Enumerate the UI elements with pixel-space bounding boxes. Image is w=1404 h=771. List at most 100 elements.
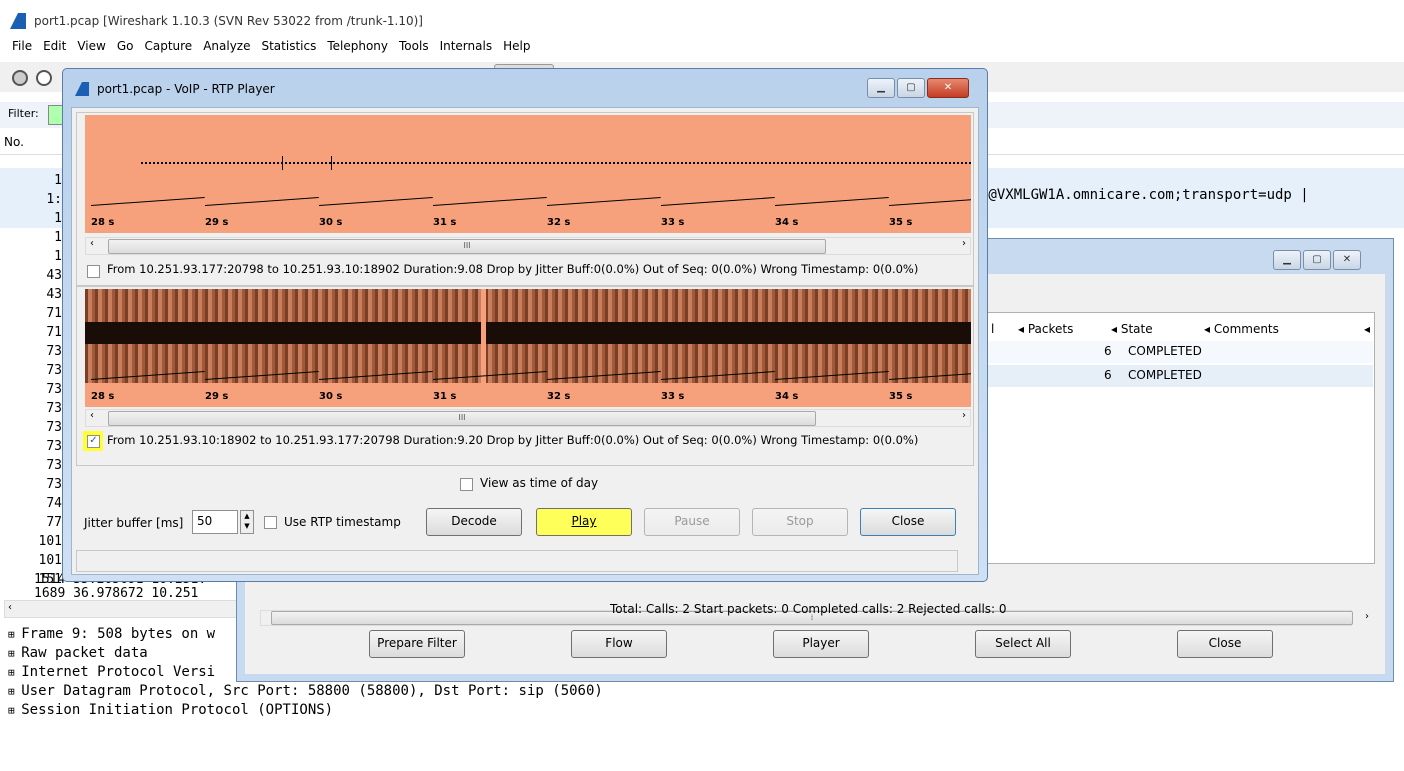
stop-button[interactable]: Stop xyxy=(752,508,848,536)
detail-tree-item[interactable]: ⊞ Internet Protocol Versi xyxy=(8,664,215,680)
calls-col-packets[interactable]: ◂ Packets xyxy=(1018,322,1073,336)
prepare-filter-button[interactable]: Prepare Filter xyxy=(369,630,465,658)
rtp-client-area: 28 s 29 s 30 s 31 s 32 s 33 s 34 s 35 s ‹ › III… xyxy=(71,107,979,575)
stream2-hscroll[interactable]: ‹ › III xyxy=(85,409,971,427)
jitter-buffer-input[interactable]: 50 xyxy=(192,510,238,534)
stream1-hscroll[interactable]: ‹ › III xyxy=(85,237,971,255)
main-titlebar: port1.pcap [Wireshark 1.10.3 (SVN Rev 53… xyxy=(0,10,1404,34)
menu-item-tools[interactable]: Tools xyxy=(399,39,429,53)
spin-down-icon[interactable]: ▼ xyxy=(244,522,249,530)
menu-item-go[interactable]: Go xyxy=(117,39,134,53)
packet-list-hscroll[interactable]: ‹ xyxy=(4,600,246,618)
packet-row-number[interactable]: 73 xyxy=(0,456,62,475)
packet-row-number[interactable]: 43 xyxy=(0,266,62,285)
calls-col-comments[interactable]: ◂ Comments xyxy=(1204,322,1279,336)
packet-row-number[interactable]: 73 xyxy=(0,361,62,380)
player-button[interactable]: Player xyxy=(773,630,869,658)
minimize-icon[interactable]: ▁ xyxy=(867,78,895,98)
column-no[interactable]: No. xyxy=(4,135,24,149)
spin-up-icon[interactable]: ▲ xyxy=(244,512,249,520)
scroll-left-arrow-icon[interactable]: ‹ xyxy=(90,410,94,421)
decode-button[interactable]: Decode xyxy=(426,508,522,536)
calls-col-state[interactable]: ◂ State xyxy=(1111,322,1153,336)
packet-row-number[interactable]: 1 xyxy=(0,209,62,228)
stream2-checkbox[interactable]: ✓ xyxy=(87,435,100,448)
close-icon[interactable]: ✕ xyxy=(927,78,969,98)
select-all-button[interactable]: Select All xyxy=(975,630,1071,658)
flow-button[interactable]: Flow xyxy=(571,630,667,658)
packet-row-number[interactable]: 73 xyxy=(0,475,62,494)
packet-row-number[interactable]: 73 xyxy=(0,399,62,418)
scroll-left-arrow-icon[interactable]: ‹ xyxy=(8,602,12,613)
detail-tree-item[interactable]: ⊞ Raw packet data xyxy=(8,645,148,661)
packet-row-number[interactable]: 1: xyxy=(0,190,62,209)
packet-row-number[interactable]: 73 xyxy=(0,418,62,437)
play-button[interactable]: Play xyxy=(536,508,632,536)
expand-icon[interactable]: ⊞ xyxy=(8,647,21,660)
stream2-signal-gap xyxy=(481,289,486,389)
menu-item-help[interactable]: Help xyxy=(503,39,530,53)
jitter-spinner[interactable]: ▲ ▼ xyxy=(240,510,254,534)
menu-item-capture[interactable]: Capture xyxy=(144,39,192,53)
maximize-icon[interactable]: ▢ xyxy=(1303,250,1331,270)
use-rtp-timestamp-checkbox[interactable] xyxy=(264,516,277,529)
packet-row-number[interactable]: 74 xyxy=(0,494,62,513)
options-icon[interactable] xyxy=(36,70,52,86)
ruler-tick xyxy=(774,197,889,206)
menu-item-analyze[interactable]: Analyze xyxy=(203,39,250,53)
calls-close-button[interactable]: Close xyxy=(1177,630,1273,658)
packet-row-number[interactable]: 1 xyxy=(0,247,62,266)
packet-row-number[interactable]: 101 xyxy=(0,551,62,570)
scroll-left-arrow-icon[interactable]: ‹ xyxy=(90,238,94,249)
packet-row-number[interactable]: 43 xyxy=(0,285,62,304)
calls-col-partial[interactable]: l xyxy=(991,322,994,336)
interface-list-icon[interactable] xyxy=(12,70,28,86)
packet-row-number[interactable]: 1 xyxy=(0,171,62,190)
rtp-close-button[interactable]: Close xyxy=(860,508,956,536)
detail-tree-label: Session Initiation Protocol (OPTIONS) xyxy=(21,702,334,718)
time-tick-label: 34 s xyxy=(775,217,799,228)
minimize-icon[interactable]: ▁ xyxy=(1273,250,1301,270)
scroll-thumb[interactable]: III xyxy=(108,239,826,254)
menu-item-telephony[interactable]: Telephony xyxy=(327,39,388,53)
scroll-right-arrow-icon[interactable]: › xyxy=(962,410,966,421)
detail-tree-item[interactable]: ⊞ User Datagram Protocol, Src Port: 5880… xyxy=(8,683,603,699)
expand-icon[interactable]: ⊞ xyxy=(8,685,21,698)
scroll-right-arrow-icon[interactable]: › xyxy=(962,238,966,249)
stream1-waveform[interactable]: 28 s 29 s 30 s 31 s 32 s 33 s 34 s 35 s xyxy=(85,115,971,233)
packet-row-number[interactable]: 73 xyxy=(0,380,62,399)
menu-item-statistics[interactable]: Statistics xyxy=(261,39,316,53)
calls-totals: Total: Calls: 2 Start packets: 0 Complet… xyxy=(610,602,1007,616)
time-tick-label: 28 s xyxy=(91,391,115,402)
maximize-icon[interactable]: ▢ xyxy=(897,78,925,98)
packet-row-number[interactable]: 1 xyxy=(0,228,62,247)
packet-row-number[interactable]: 71 xyxy=(0,304,62,323)
calls-col-comments-label: Comments xyxy=(1213,322,1279,336)
detail-tree-item[interactable]: ⊞ Frame 9: 508 bytes on w xyxy=(8,626,215,642)
close-icon[interactable]: ✕ xyxy=(1333,250,1361,270)
time-tick-label: 28 s xyxy=(91,217,115,228)
time-tick-label: 31 s xyxy=(433,217,457,228)
pause-button[interactable]: Pause xyxy=(644,508,740,536)
stream1-checkbox[interactable] xyxy=(87,265,100,278)
expand-icon[interactable]: ⊞ xyxy=(8,666,21,679)
packet-row-number[interactable]: 101 xyxy=(0,532,62,551)
detail-tree-item[interactable]: ⊞ Session Initiation Protocol (OPTIONS) xyxy=(8,702,333,718)
packet-row-number[interactable]: 77 xyxy=(0,513,62,532)
calls-col-packets-label: Packets xyxy=(1027,322,1074,336)
menu-item-view[interactable]: View xyxy=(77,39,105,53)
packet-row-number[interactable]: 73 xyxy=(0,437,62,456)
menu-item-internals[interactable]: Internals xyxy=(440,39,493,53)
packet-row-number[interactable]: 71 xyxy=(0,323,62,342)
menu-item-edit[interactable]: Edit xyxy=(43,39,66,53)
scroll-thumb[interactable]: III xyxy=(108,411,816,426)
view-time-of-day-checkbox[interactable] xyxy=(460,478,473,491)
scroll-right-arrow-icon[interactable]: › xyxy=(1365,611,1369,622)
menu-item-file[interactable]: File xyxy=(12,39,32,53)
stream2-waveform[interactable]: 28 s 29 s 30 s 31 s 32 s 33 s 34 s 35 s xyxy=(85,289,971,407)
packet-row-1689[interactable]: 1689 36.978672 10.251 xyxy=(34,586,198,601)
time-tick-label: 35 s xyxy=(889,391,913,402)
expand-icon[interactable]: ⊞ xyxy=(8,704,21,717)
packet-row-number[interactable]: 73 xyxy=(0,342,62,361)
expand-icon[interactable]: ⊞ xyxy=(8,628,21,641)
